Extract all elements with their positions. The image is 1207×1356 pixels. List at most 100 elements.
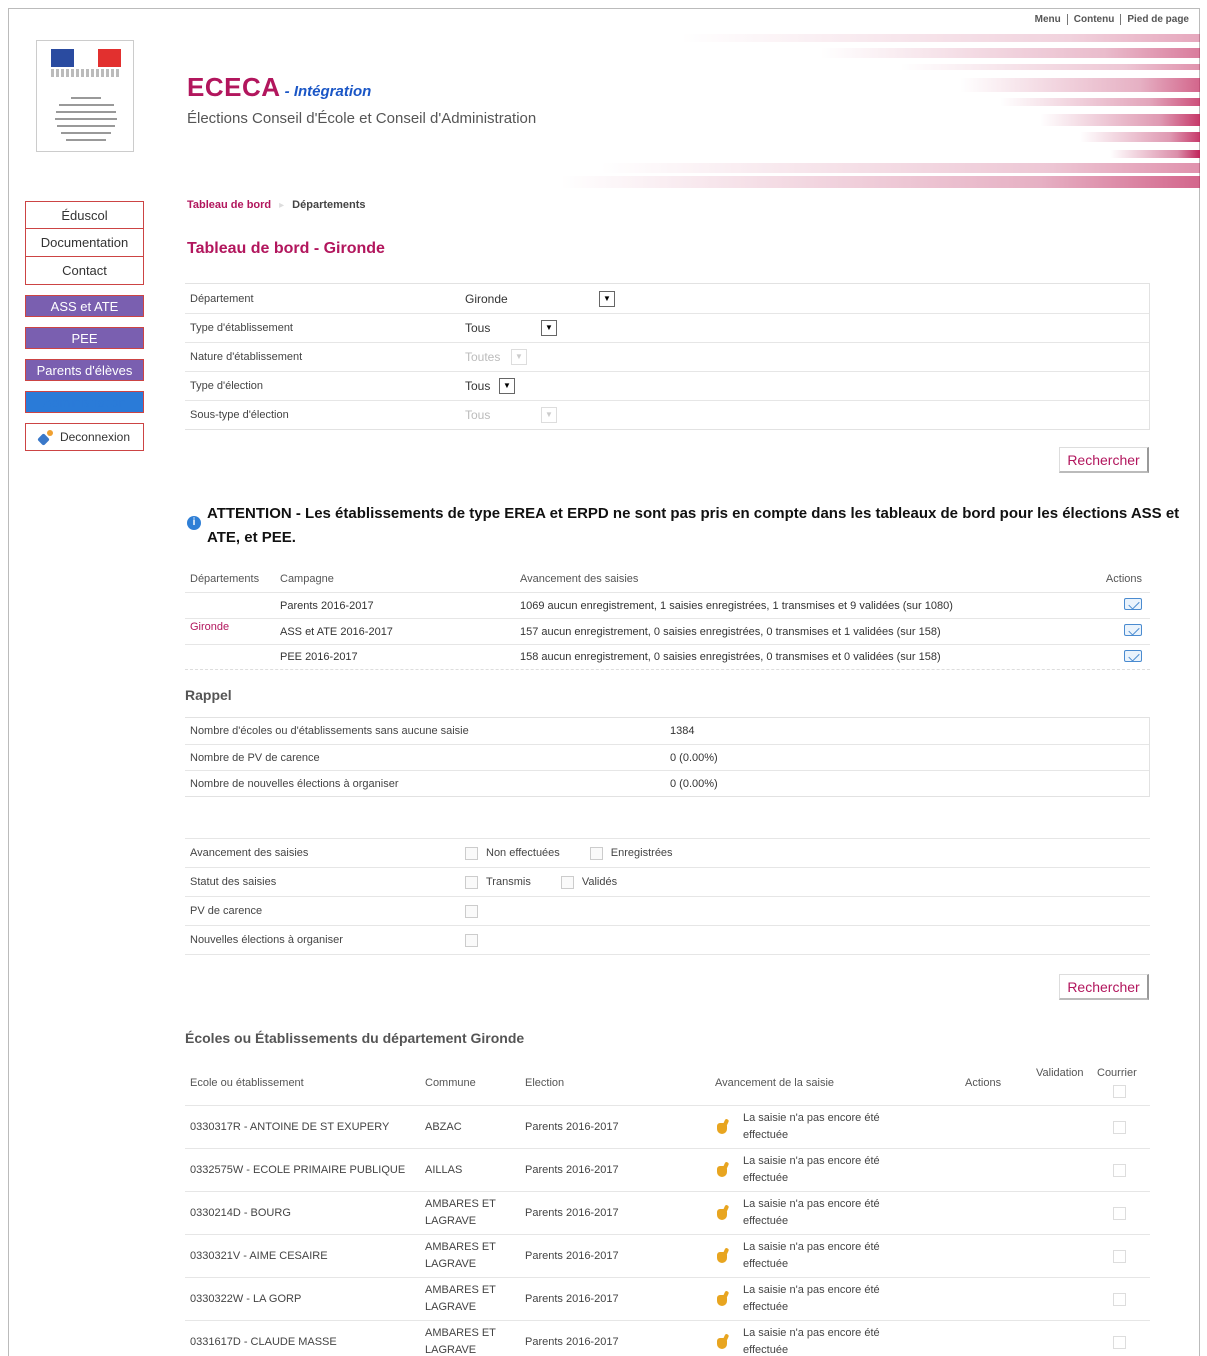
content-link[interactable]: Contenu: [1066, 14, 1121, 25]
filter-row: Type d'établissement Tous ▼: [185, 313, 1149, 342]
top-links: Menu Contenu Pied de page: [1029, 14, 1195, 25]
table-row: 0330317R - ANTOINE DE ST EXUPERY ABZAC P…: [185, 1105, 1150, 1148]
election-cell: Parents 2016-2017: [525, 1336, 619, 1348]
breadcrumb-current: Départements: [292, 199, 366, 211]
logout-button[interactable]: Deconnexion: [25, 423, 144, 451]
departments-table: Départements Campagne Avancement des sai…: [185, 566, 1150, 670]
filter-row: Sous-type d'élection Tous ▼: [185, 400, 1149, 429]
progress-cell: 157 aucun enregistrement, 0 saisies enre…: [520, 625, 941, 638]
filter-label: PV de carence: [190, 905, 263, 917]
table-row: Nombre de nouvelles élections à organise…: [185, 770, 1149, 796]
filter-label: Nature d'établissement: [190, 351, 303, 363]
courrier-checkbox[interactable]: [1113, 1120, 1126, 1134]
school-cell: 0330317R - ANTOINE DE ST EXUPERY: [190, 1121, 390, 1133]
checkbox-label: Validés: [581, 876, 618, 888]
nav-documentation[interactable]: Documentation: [25, 229, 144, 257]
table-header: Ecole ou établissement Commune Election …: [185, 1061, 1150, 1105]
courrier-checkbox[interactable]: [1113, 1206, 1126, 1220]
commune-cell: ABZAC: [425, 1120, 462, 1133]
pointing-hand-icon: [715, 1248, 729, 1264]
dropdown-arrow-icon: ▼: [541, 407, 557, 423]
nav-pee[interactable]: PEE: [25, 327, 144, 349]
status-cell: La saisie n'a pas encore été effectuée: [743, 1155, 880, 1184]
header-actions: Actions: [965, 1077, 1002, 1089]
header-actions: Actions: [1105, 573, 1142, 585]
filter-row: Statut des saisies Transmis Validés: [185, 868, 1150, 897]
election-cell: Parents 2016-2017: [525, 1250, 619, 1262]
nouvelles-elections-checkbox[interactable]: [465, 933, 478, 947]
election-cell: Parents 2016-2017: [525, 1293, 619, 1305]
filter-row: Nouvelles élections à organiser: [185, 926, 1150, 955]
transmis-checkbox[interactable]: Transmis: [465, 875, 531, 889]
nav-eduscol[interactable]: Éduscol: [25, 201, 144, 229]
edit-icon[interactable]: [1124, 624, 1142, 636]
rappel-label: Nombre de nouvelles élections à organise…: [190, 777, 399, 790]
search-button[interactable]: Rechercher: [1059, 447, 1149, 473]
select-value: Tous: [465, 379, 491, 393]
nav-ass-ate[interactable]: ASS et ATE: [25, 295, 144, 317]
type-etablissement-select[interactable]: Tous ▼: [465, 320, 557, 336]
filter-label: Type d'élection: [190, 380, 264, 392]
rappel-label: Nombre de PV de carence: [190, 751, 320, 764]
table-row: 0331617D - CLAUDE MASSE AMBARES ET LAGRA…: [185, 1320, 1150, 1356]
logout-label: Deconnexion: [59, 430, 131, 444]
flag-icon: [51, 49, 121, 67]
dropdown-arrow-icon: ▼: [499, 378, 515, 394]
filter-label: Nouvelles élections à organiser: [190, 934, 343, 946]
select-value: Tous: [465, 408, 491, 422]
select-value: Toutes: [465, 350, 501, 364]
select-all-checkbox[interactable]: [1113, 1085, 1126, 1098]
status-cell: La saisie n'a pas encore été effectuée: [743, 1327, 880, 1356]
filter-row: Avancement des saisies Non effectuées En…: [185, 839, 1150, 868]
table-row: 0330322W - LA GORP AMBARES ET LAGRAVE Pa…: [185, 1277, 1150, 1320]
table-row: 0330214D - BOURG AMBARES ET LAGRAVE Pare…: [185, 1191, 1150, 1234]
table-header: Départements Campagne Avancement des sai…: [185, 566, 1150, 592]
edit-icon[interactable]: [1124, 649, 1142, 662]
commune-cell: AILLAS: [425, 1163, 463, 1176]
nav-parents[interactable]: Parents d'élèves: [25, 359, 144, 381]
nature-etablissement-select: Toutes ▼: [465, 349, 527, 365]
status-cell: La saisie n'a pas encore été effectuée: [743, 1241, 880, 1270]
pointing-hand-icon: [715, 1162, 729, 1178]
ministry-logo: [36, 40, 134, 152]
filter-label: Avancement des saisies: [190, 847, 309, 859]
courrier-checkbox[interactable]: [1113, 1292, 1126, 1306]
table-row: 0332575W - ECOLE PRIMAIRE PUBLIQUE AILLA…: [185, 1148, 1150, 1191]
nav-contact[interactable]: Contact: [25, 257, 144, 285]
breadcrumb: Tableau de bord ▸ Départements: [187, 199, 366, 211]
breadcrumb-separator-icon: ▸: [279, 199, 285, 211]
app-tagline: Élections Conseil d'École et Conseil d'A…: [187, 110, 537, 127]
courrier-checkbox[interactable]: [1113, 1335, 1126, 1349]
campaign-cell: PEE 2016-2017: [280, 651, 358, 663]
commune-cell: AMBARES ET LAGRAVE: [425, 1284, 496, 1313]
banner-stripes: [560, 28, 1200, 193]
search-button-2[interactable]: Rechercher: [1059, 974, 1149, 1000]
table-row: 0330321V - AIME CESAIRE AMBARES ET LAGRA…: [185, 1234, 1150, 1277]
header-commune: Commune: [425, 1076, 476, 1089]
header-departements: Départements: [190, 573, 260, 585]
sous-type-election-select: Tous ▼: [465, 407, 557, 423]
courrier-checkbox[interactable]: [1113, 1249, 1126, 1263]
pv-carence-checkbox[interactable]: [465, 904, 478, 918]
departement-select[interactable]: Gironde ▼: [465, 290, 615, 307]
courrier-checkbox[interactable]: [1113, 1163, 1126, 1177]
select-value: Gironde: [465, 291, 508, 306]
header-campagne: Campagne: [280, 573, 334, 585]
type-election-select[interactable]: Tous ▼: [465, 378, 515, 394]
footer-link[interactable]: Pied de page: [1120, 14, 1195, 25]
department-link[interactable]: Gironde: [190, 621, 229, 633]
edit-icon[interactable]: [1124, 598, 1142, 610]
page-title: Tableau de bord - Gironde: [187, 240, 385, 257]
logout-icon: [39, 430, 55, 444]
nav-administration[interactable]: Administration: [25, 391, 144, 413]
rappel-value: 0 (0.00%): [670, 751, 718, 764]
filter-row: Nature d'établissement Toutes ▼: [185, 342, 1149, 371]
rappel-value: 0 (0.00%): [670, 777, 718, 790]
breadcrumb-home[interactable]: Tableau de bord: [187, 199, 271, 211]
enregistrees-checkbox[interactable]: Enregistrées: [589, 846, 673, 860]
status-cell: La saisie n'a pas encore été effectuée: [743, 1198, 880, 1227]
valides-checkbox[interactable]: Validés: [560, 875, 618, 889]
filter-row: PV de carence: [185, 897, 1150, 926]
non-effectuees-checkbox[interactable]: Non effectuées: [465, 846, 560, 860]
menu-link[interactable]: Menu: [1029, 14, 1067, 25]
